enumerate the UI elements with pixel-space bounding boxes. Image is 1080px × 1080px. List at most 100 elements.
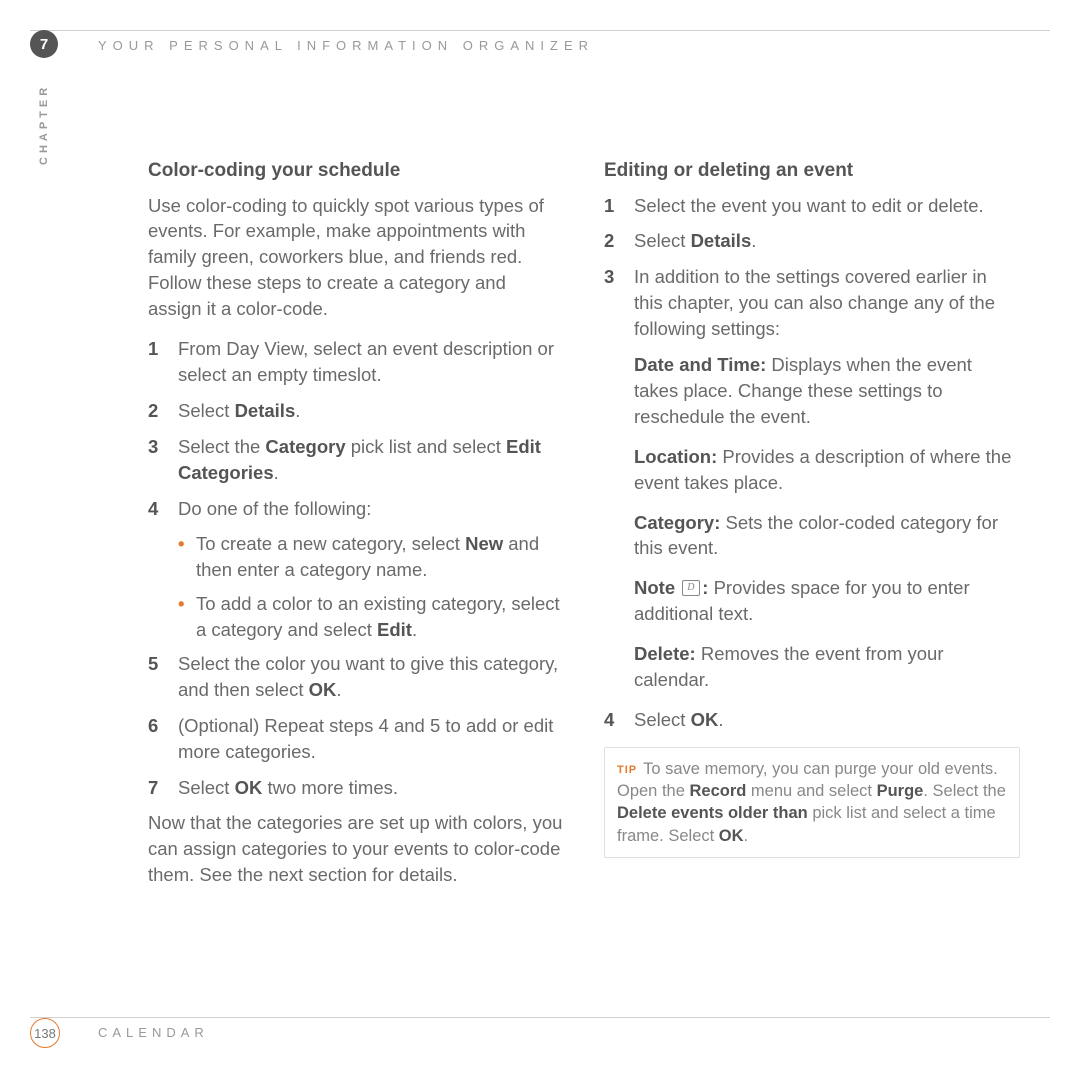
- left-heading: Color-coding your schedule: [148, 158, 564, 185]
- bold-text: New: [465, 533, 503, 554]
- bullet-text: To create a new category, select New and…: [196, 531, 564, 583]
- setting-label: Date and Time:: [634, 354, 766, 375]
- list-item: 1 Select the event you want to edit or d…: [604, 193, 1020, 219]
- page-body: Color-coding your schedule Use color-cod…: [148, 158, 1020, 902]
- tip-text: .: [744, 827, 749, 845]
- bold-text: Edit: [377, 619, 412, 640]
- right-heading: Editing or deleting an event: [604, 158, 1020, 185]
- list-item: 4 Do one of the following:: [148, 496, 564, 522]
- page-number: 138: [30, 1018, 60, 1048]
- bold-text: OK: [719, 827, 744, 845]
- step-number: 4: [604, 707, 634, 733]
- step-text: From Day View, select an event descripti…: [178, 336, 564, 388]
- chapter-side-label: CHAPTER: [38, 84, 50, 165]
- left-steps: 1 From Day View, select an event descrip…: [148, 336, 564, 521]
- footer-section-label: CALENDAR: [98, 1025, 209, 1040]
- left-intro: Use color-coding to quickly spot various…: [148, 193, 564, 322]
- tip-text: menu and select: [746, 782, 876, 800]
- text: .: [412, 619, 417, 640]
- left-column: Color-coding your schedule Use color-cod…: [148, 158, 564, 902]
- left-steps-continued: 5 Select the color you want to give this…: [148, 651, 564, 800]
- list-item: • To create a new category, select New a…: [178, 531, 564, 583]
- text: two more times.: [262, 777, 398, 798]
- left-outro: Now that the categories are set up with …: [148, 810, 564, 888]
- step-text: Select OK two more times.: [178, 775, 564, 801]
- step-number: 3: [148, 434, 178, 486]
- setting-label: Note: [634, 577, 675, 598]
- setting-location: Location: Provides a description of wher…: [634, 444, 1020, 496]
- text: Select: [178, 400, 235, 421]
- step-text: Select the color you want to give this c…: [178, 651, 564, 703]
- step-text: Select Details.: [178, 398, 564, 424]
- setting-category: Category: Sets the color-coded category …: [634, 510, 1020, 562]
- list-item: • To add a color to an existing category…: [178, 591, 564, 643]
- setting-label: Location:: [634, 446, 717, 467]
- list-item: 7 Select OK two more times.: [148, 775, 564, 801]
- setting-label: Category:: [634, 512, 720, 533]
- bold-text: Delete events older than: [617, 804, 808, 822]
- text: Select the: [178, 436, 265, 457]
- step-text: (Optional) Repeat steps 4 and 5 to add o…: [178, 713, 564, 765]
- bold-text: Category: [265, 436, 345, 457]
- list-item: 6 (Optional) Repeat steps 4 and 5 to add…: [148, 713, 564, 765]
- step-number: 7: [148, 775, 178, 801]
- top-rule: [30, 30, 1050, 31]
- list-item: 3 Select the Category pick list and sele…: [148, 434, 564, 486]
- note-icon: [682, 580, 700, 596]
- step-text: Select the Category pick list and select…: [178, 434, 564, 486]
- text: .: [751, 230, 756, 251]
- text: .: [718, 709, 723, 730]
- text: .: [274, 462, 279, 483]
- text: pick list and select: [346, 436, 506, 457]
- bold-text: Record: [689, 782, 746, 800]
- bold-text: OK: [235, 777, 263, 798]
- tip-text: . Select the: [923, 782, 1006, 800]
- text: Select the color you want to give this c…: [178, 653, 558, 700]
- step-number: 1: [148, 336, 178, 388]
- list-item: 4 Select OK.: [604, 707, 1020, 733]
- text: .: [295, 400, 300, 421]
- step-text: Do one of the following:: [178, 496, 564, 522]
- list-item: 2 Select Details.: [604, 228, 1020, 254]
- chapter-number-badge: 7: [30, 30, 58, 58]
- setting-date-time: Date and Time: Displays when the event t…: [634, 352, 1020, 430]
- step-number: 1: [604, 193, 634, 219]
- step-text: Select OK.: [634, 707, 1020, 733]
- chapter-title: YOUR PERSONAL INFORMATION ORGANIZER: [98, 38, 594, 53]
- text: .: [336, 679, 341, 700]
- setting-label: Delete:: [634, 643, 696, 664]
- right-column: Editing or deleting an event 1 Select th…: [604, 158, 1020, 902]
- bold-text: Purge: [877, 782, 924, 800]
- bullet-icon: •: [178, 591, 196, 643]
- setting-delete: Delete: Removes the event from your cale…: [634, 641, 1020, 693]
- bullet-icon: •: [178, 531, 196, 583]
- list-item: 3 In addition to the settings covered ea…: [604, 264, 1020, 342]
- setting-note: Note : Provides space for you to enter a…: [634, 575, 1020, 627]
- step-number: 4: [148, 496, 178, 522]
- step-text: In addition to the settings covered earl…: [634, 264, 1020, 342]
- footer-rule: [30, 1017, 1050, 1018]
- step-text: Select Details.: [634, 228, 1020, 254]
- list-item: 2 Select Details.: [148, 398, 564, 424]
- bold-text: Details: [235, 400, 296, 421]
- bullet-text: To add a color to an existing category, …: [196, 591, 564, 643]
- step-number: 5: [148, 651, 178, 703]
- step-number: 3: [604, 264, 634, 342]
- text: To create a new category, select: [196, 533, 465, 554]
- left-bullets: • To create a new category, select New a…: [178, 531, 564, 643]
- bold-text: OK: [691, 709, 719, 730]
- bold-text: OK: [309, 679, 337, 700]
- list-item: 1 From Day View, select an event descrip…: [148, 336, 564, 388]
- step-number: 2: [604, 228, 634, 254]
- text: Select: [634, 709, 691, 730]
- bold-text: Details: [691, 230, 752, 251]
- right-steps-continued: 4 Select OK.: [604, 707, 1020, 733]
- tip-box: TIPTo save memory, you can purge your ol…: [604, 747, 1020, 858]
- tip-label: TIP: [617, 764, 637, 776]
- step-number: 6: [148, 713, 178, 765]
- step-text: Select the event you want to edit or del…: [634, 193, 1020, 219]
- list-item: 5 Select the color you want to give this…: [148, 651, 564, 703]
- text: Select: [178, 777, 235, 798]
- text: Select: [634, 230, 691, 251]
- step-number: 2: [148, 398, 178, 424]
